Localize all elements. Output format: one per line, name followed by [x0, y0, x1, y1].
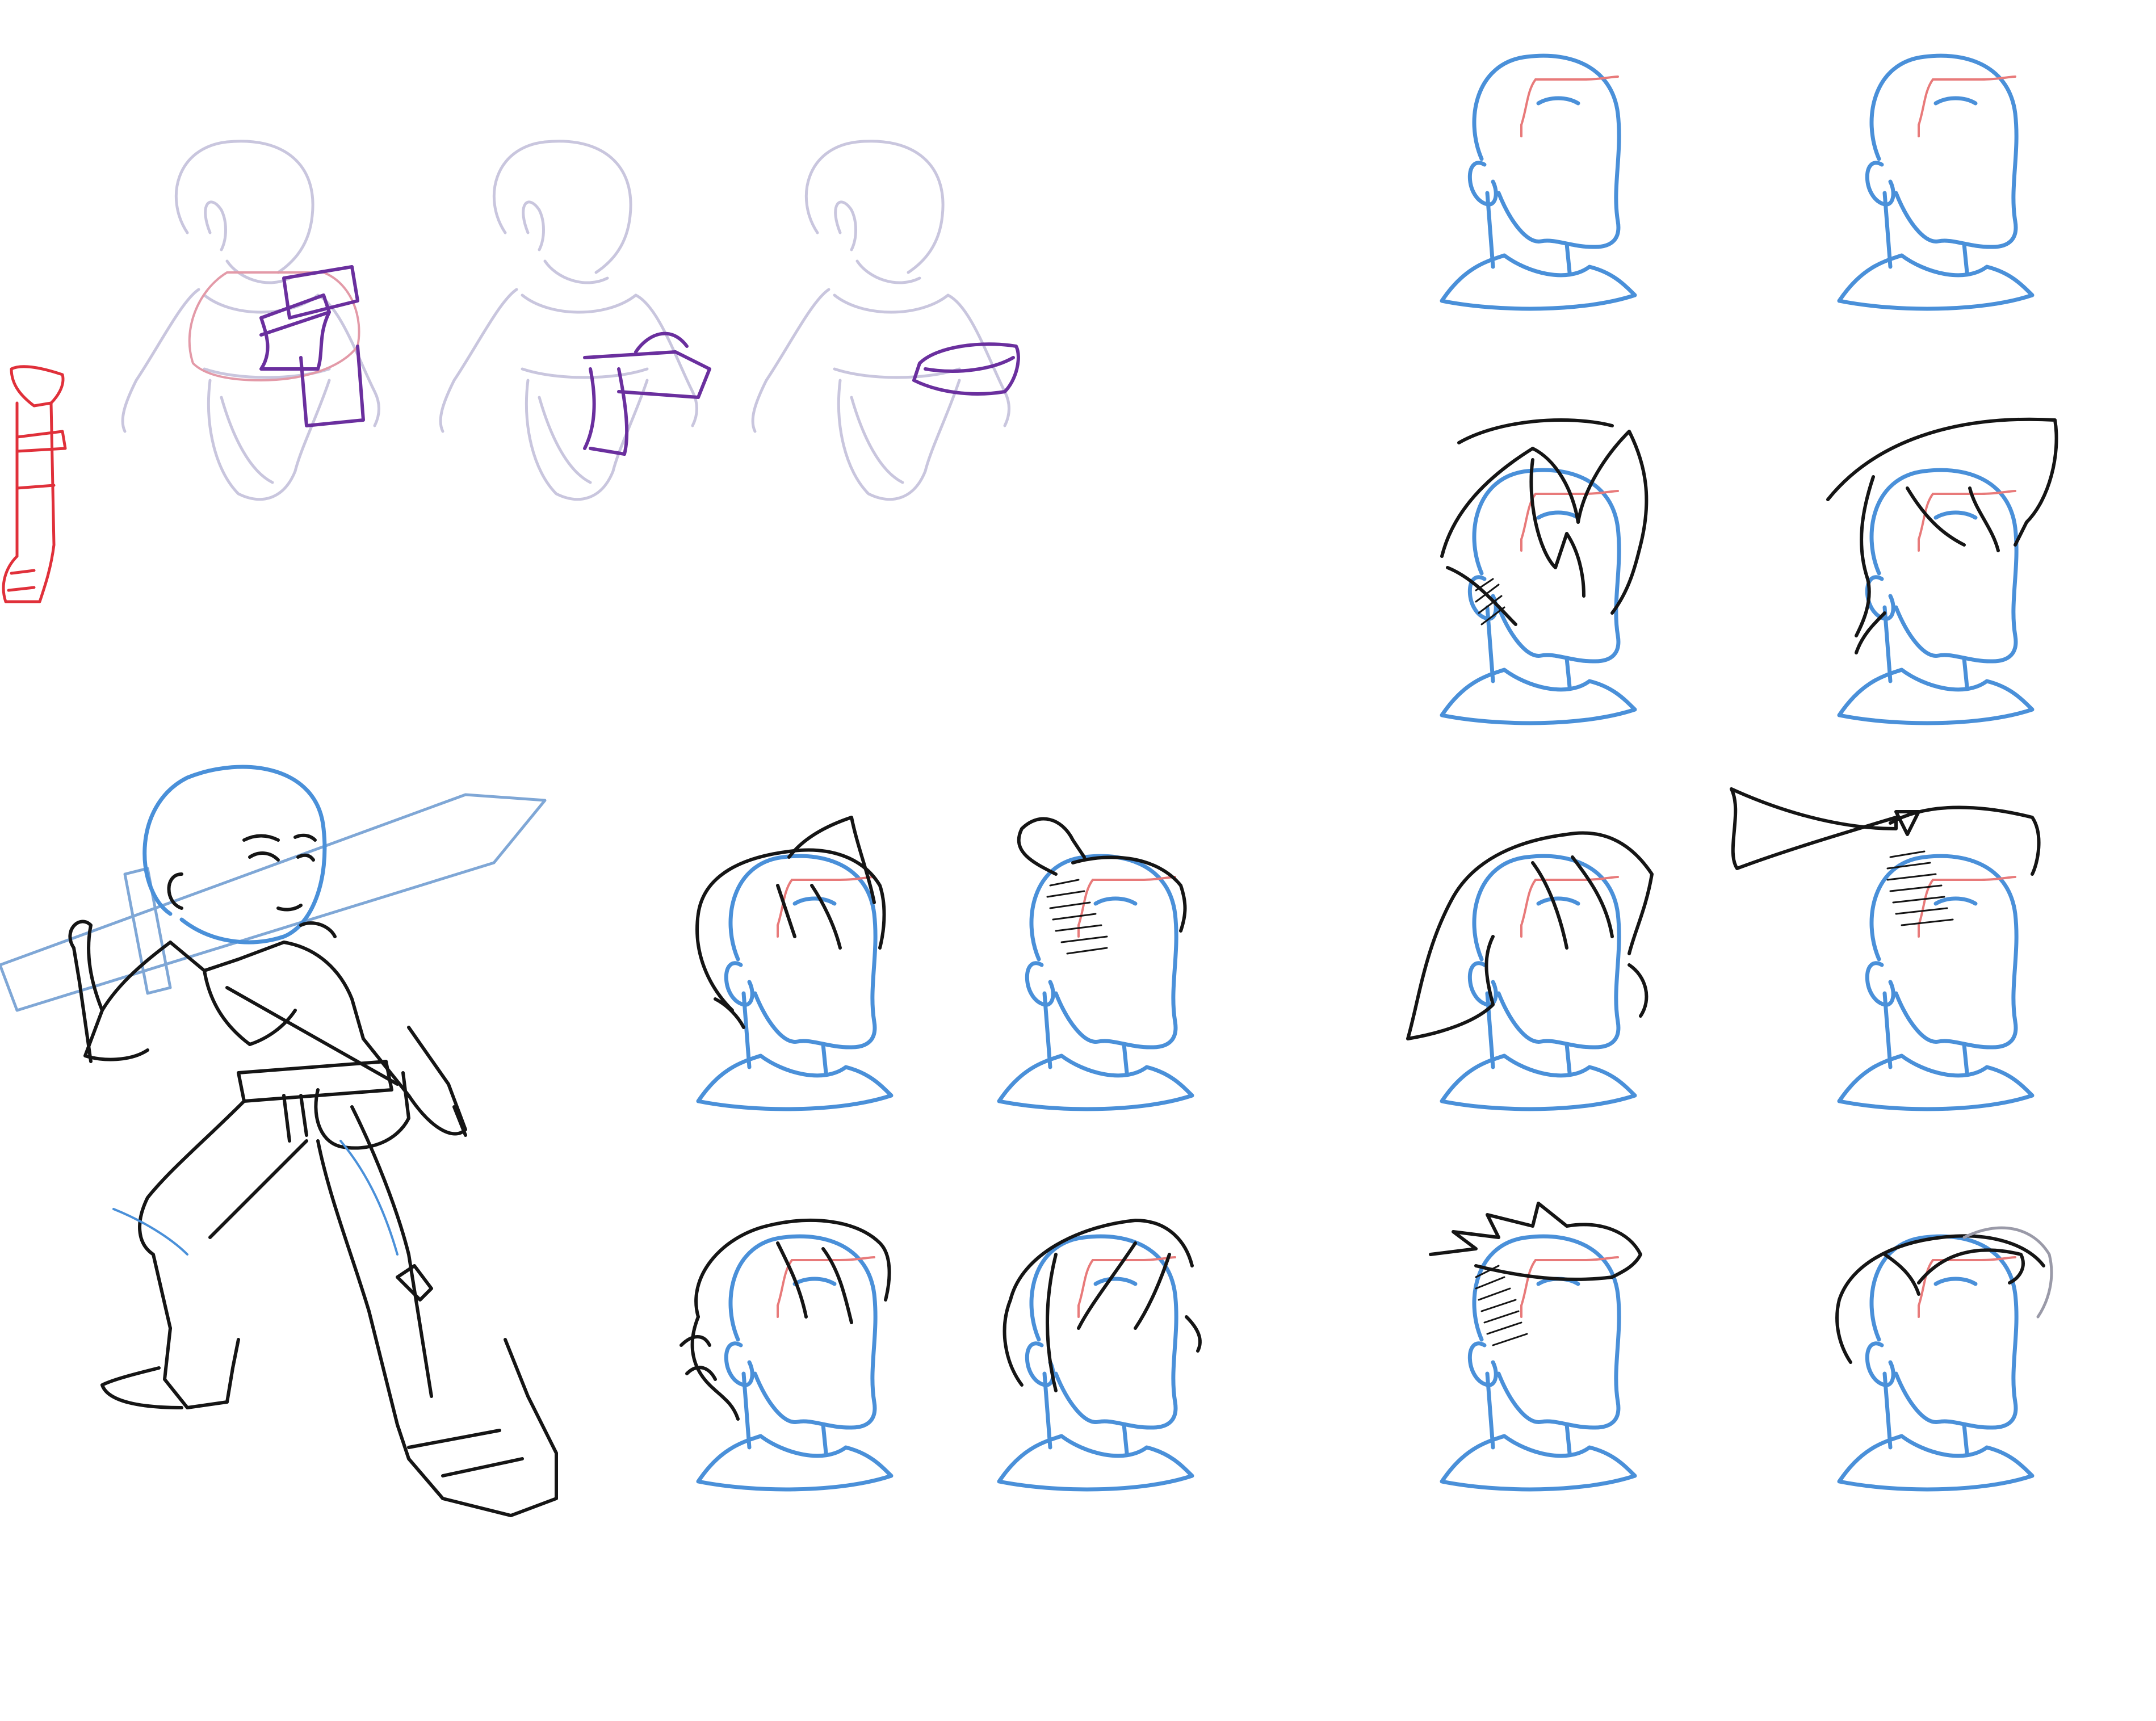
sketch-canvas: [0, 0, 2156, 1721]
